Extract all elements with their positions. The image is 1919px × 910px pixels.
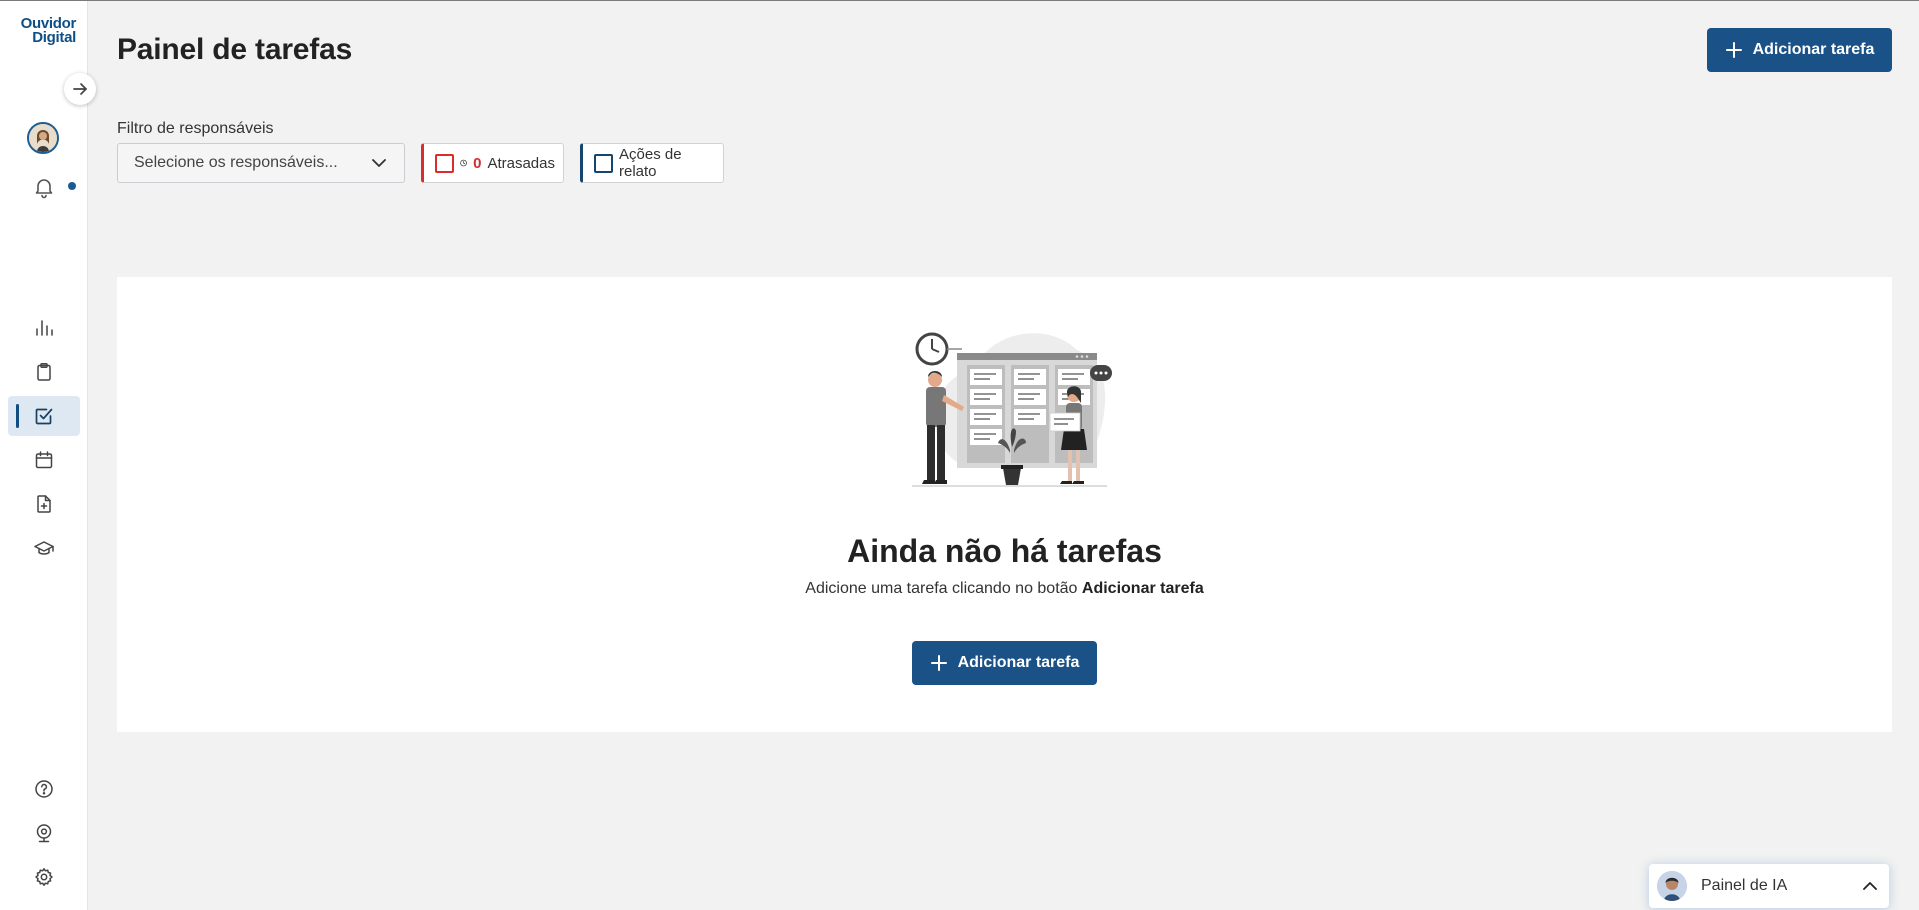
notification-dot xyxy=(68,182,76,190)
webcam-icon xyxy=(36,824,52,843)
clock-icon xyxy=(460,159,467,167)
page-title: Painel de tarefas xyxy=(117,33,353,66)
nav-item-settings[interactable] xyxy=(8,857,80,897)
nav-item-reports[interactable] xyxy=(8,352,80,392)
nav-item-training[interactable] xyxy=(8,528,80,568)
ai-panel-label: Painel de IA xyxy=(1701,877,1788,894)
report-actions-filter[interactable]: Ações de relato xyxy=(580,143,724,183)
clipboard-icon xyxy=(37,363,51,381)
empty-state-title: Ainda não há tarefas xyxy=(847,533,1162,569)
graduation-cap-icon xyxy=(34,541,54,555)
nav-item-tasks[interactable] xyxy=(8,396,80,436)
notifications-button[interactable] xyxy=(32,175,56,199)
nav-item-dashboard[interactable] xyxy=(8,308,80,348)
nav-item-calendar[interactable] xyxy=(8,440,80,480)
empty-state-subtitle-text: Adicione uma tarefa clicando no botão xyxy=(805,580,1078,597)
task-board-illustration xyxy=(912,332,1112,487)
app-logo[interactable]: Ouvidor Digital xyxy=(14,16,77,46)
plus-icon xyxy=(930,655,947,671)
late-tasks-filter[interactable]: 0 Atrasadas xyxy=(421,143,564,183)
sidebar: Ouvidor Digital xyxy=(0,1,88,910)
report-actions-label: Ações de relato xyxy=(619,146,682,180)
nav-item-webcam[interactable] xyxy=(8,813,80,853)
bar-chart-icon xyxy=(36,320,53,336)
late-tasks-label: Atrasadas xyxy=(487,154,555,172)
empty-state-subtitle: Adicione uma tarefa clicando no botão Ad… xyxy=(117,580,1892,598)
ai-assistant-avatar xyxy=(1657,871,1687,901)
gear-icon xyxy=(35,868,53,886)
sidebar-expand-button[interactable] xyxy=(64,73,96,105)
nav-item-documents[interactable] xyxy=(8,484,80,524)
plus-icon xyxy=(1725,42,1742,58)
help-circle-icon xyxy=(35,780,53,798)
empty-state-subtitle-emphasis: Adicionar tarefa xyxy=(1081,580,1204,597)
checkbox-icon xyxy=(35,408,53,425)
calendar-icon xyxy=(35,451,53,469)
nav-item-help[interactable] xyxy=(8,769,80,809)
user-avatar[interactable] xyxy=(27,122,59,154)
user-avatar-image xyxy=(29,124,57,152)
report-actions-checkbox[interactable] xyxy=(594,153,613,173)
late-tasks-checkbox[interactable] xyxy=(435,153,454,173)
ai-panel-toggle[interactable]: Painel de IA xyxy=(1649,864,1889,908)
bell-icon xyxy=(35,179,53,199)
arrow-right-icon xyxy=(73,83,87,95)
ai-avatar-image xyxy=(1657,871,1687,901)
file-plus-icon xyxy=(37,495,51,513)
responsibles-select-placeholder: Selecione os responsáveis... xyxy=(134,154,338,171)
late-tasks-count: 0 xyxy=(473,154,482,172)
chevron-up-icon xyxy=(1863,882,1877,890)
empty-state-add-task-button[interactable]: Adicionar tarefa xyxy=(912,641,1097,685)
empty-state-add-task-label: Adicionar tarefa xyxy=(957,654,1080,671)
chevron-down-icon xyxy=(372,159,386,167)
add-task-button-label: Adicionar tarefa xyxy=(1752,41,1875,58)
responsibles-select[interactable]: Selecione os responsáveis... xyxy=(117,143,405,183)
logo-line-2: Digital xyxy=(32,29,76,46)
empty-state-card: Ainda não há tarefas Adicione uma tarefa… xyxy=(117,277,1892,732)
add-task-button[interactable]: Adicionar tarefa xyxy=(1707,28,1892,72)
responsibles-filter-label: Filtro de responsáveis xyxy=(117,120,274,137)
